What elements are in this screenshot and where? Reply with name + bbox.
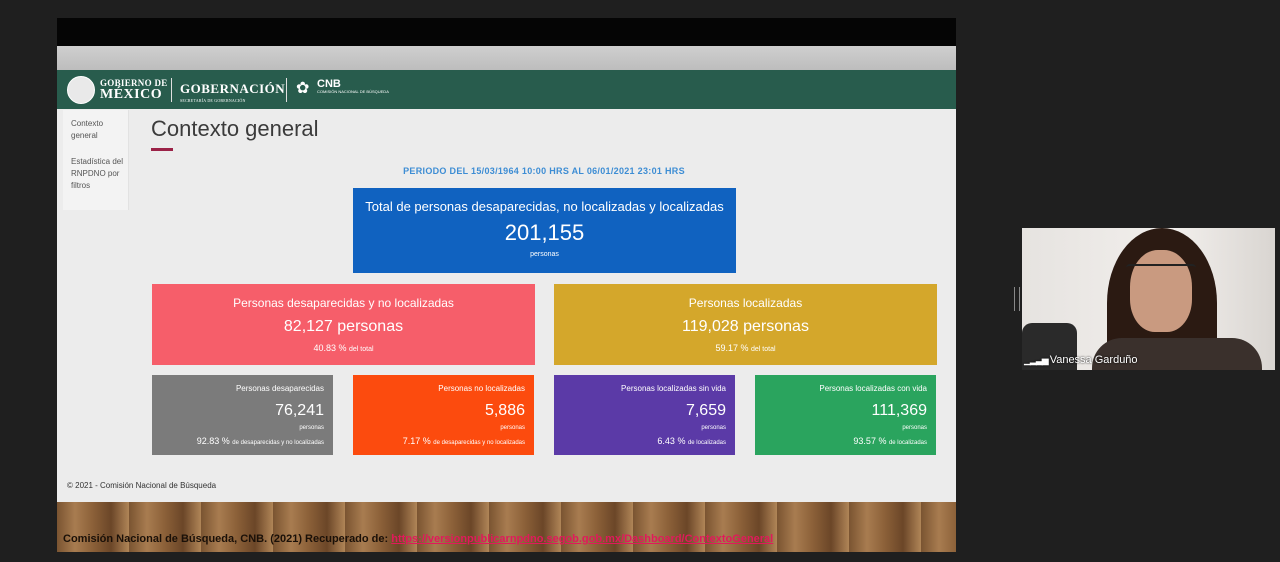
total-card: Total de personas desaparecidas, no loca…: [353, 188, 736, 273]
found-pct: 59.17 % del total: [554, 343, 937, 353]
title-underline: [151, 148, 173, 151]
total-value: 201,155: [504, 220, 585, 245]
source-citation: Comisión Nacional de Búsqueda, CNB. (202…: [63, 533, 773, 545]
cnb-logo[interactable]: CNB COMISIÓN NACIONAL DE BÚSQUEDA: [317, 79, 389, 94]
small-card-unit: personas: [299, 425, 324, 431]
page-title: Contexto general: [151, 116, 319, 141]
total-label: Total de personas desaparecidas, no loca…: [365, 199, 724, 214]
gobernacion-logo[interactable]: GOBERNACIÓN SECRETARÍA DE GOBERNACIÓN: [180, 81, 285, 103]
small-card-label: Personas desaparecidas: [235, 384, 324, 393]
small-card-pct-suffix: de localizadas: [888, 440, 927, 446]
localizadas-sin-vida-card: Personas localizadas sin vida 7,659 pers…: [554, 375, 735, 455]
citation-link[interactable]: https://versionpublicarnpdno.segob.gob.m…: [391, 533, 773, 545]
small-card-label: Personas localizadas con vida: [819, 384, 927, 393]
missing-label: Personas desaparecidas y no localizadas: [233, 296, 454, 310]
found-pct-value: 59.17 %: [715, 343, 749, 353]
missing-pct-suffix: del total: [349, 346, 374, 353]
citation-text: Comisión Nacional de Búsqueda, CNB. (202…: [63, 533, 389, 545]
sidebar-item-estadistica[interactable]: Estadística del RNPDNO por filtros: [63, 142, 126, 192]
small-card-pct-value: 6.43 %: [657, 436, 686, 446]
localizadas-con-vida-card: Personas localizadas con vida 111,369 pe…: [755, 375, 936, 455]
small-card-value: 7,659: [685, 402, 726, 419]
small-card-unit: personas: [902, 425, 927, 431]
sidebar: Contexto general Estadística del RNPDNO …: [63, 110, 129, 210]
small-card-pct-value: 92.83 %: [196, 436, 230, 446]
panel-resize-handle[interactable]: [1014, 287, 1020, 311]
gobernacion-label: GOBERNACIÓN: [180, 81, 286, 96]
site-header: GOBIERNO DE MÉXICO GOBERNACIÓN SECRETARÍ…: [57, 70, 956, 109]
small-card-value: 5,886: [484, 402, 525, 419]
small-card-value: 76,241: [275, 402, 324, 419]
small-card-unit: personas: [701, 425, 726, 431]
found-label: Personas localizadas: [688, 296, 803, 310]
small-card-pct-suffix: de desaparecidas y no localizadas: [232, 440, 324, 446]
shared-screen-slide: GOBIERNO DE MÉXICO GOBERNACIÓN SECRETARÍ…: [57, 18, 956, 552]
missing-value: 82,127 personas: [283, 318, 404, 335]
participant-name-label: ▁▂▃▅ Vanessa Garduño: [1024, 354, 1138, 366]
missing-pct-value: 40.83 %: [313, 343, 347, 353]
slide-top-bar: [57, 18, 956, 46]
cnb-flower-icon: ✿: [296, 80, 310, 97]
no-localizadas-card: Personas no localizadas 5,886 personas 7…: [353, 375, 534, 455]
mexico-seal-icon: [67, 76, 95, 104]
footer-copyright: © 2021 - Comisión Nacional de Búsqueda: [67, 481, 217, 490]
participant-glasses: [1126, 264, 1196, 280]
desaparecidas-card: Personas desaparecidas 76,241 personas 9…: [152, 375, 333, 455]
gobernacion-sub: SECRETARÍA DE GOBERNACIÓN: [180, 98, 246, 103]
missing-card: Personas desaparecidas y no localizadas …: [152, 284, 535, 365]
period-label: PERIODO DEL 15/03/1964 10:00 HRS AL 06/0…: [403, 166, 685, 176]
small-card-pct: 92.83 % de desaparecidas y no localizada…: [152, 436, 324, 446]
sidebar-item-contexto-general[interactable]: Contexto general: [63, 110, 126, 142]
found-card: Personas localizadas 119,028 personas 59…: [554, 284, 937, 365]
small-card-pct: 7.17 % de desaparecidas y no localizadas: [353, 436, 525, 446]
signal-bars-icon: ▁▂▃▅: [1024, 355, 1049, 365]
browser-gradient-bar: [57, 46, 956, 70]
participant-name: Vanessa Garduño: [1049, 354, 1138, 366]
small-card-pct-suffix: de localizadas: [687, 440, 726, 446]
found-value: 119,028 personas: [682, 318, 809, 335]
small-card-label: Personas no localizadas: [438, 384, 525, 393]
small-card-unit: personas: [500, 425, 525, 431]
small-card-pct-suffix: de desaparecidas y no localizadas: [433, 440, 525, 446]
gob-logo-line2: MÉXICO: [100, 87, 163, 102]
cnb-sub: COMISIÓN NACIONAL DE BÚSQUEDA: [317, 89, 389, 94]
small-card-value: 111,369: [871, 402, 927, 419]
header-separator: [171, 78, 172, 102]
found-pct-suffix: del total: [751, 346, 776, 353]
small-card-label: Personas localizadas sin vida: [621, 384, 726, 393]
participant-video-tile[interactable]: ▁▂▃▅ Vanessa Garduño: [1022, 228, 1275, 370]
participant-face: [1130, 250, 1192, 332]
small-card-pct-value: 7.17 %: [402, 436, 431, 446]
missing-pct: 40.83 % del total: [152, 343, 535, 353]
gobierno-de-mexico-logo[interactable]: GOBIERNO DE MÉXICO: [100, 77, 168, 102]
header-separator: [286, 78, 287, 102]
small-card-pct-value: 93.57 %: [853, 436, 887, 446]
total-unit: personas: [530, 251, 559, 258]
small-card-pct: 6.43 % de localizadas: [554, 436, 726, 446]
small-card-pct: 93.57 % de localizadas: [755, 436, 927, 446]
